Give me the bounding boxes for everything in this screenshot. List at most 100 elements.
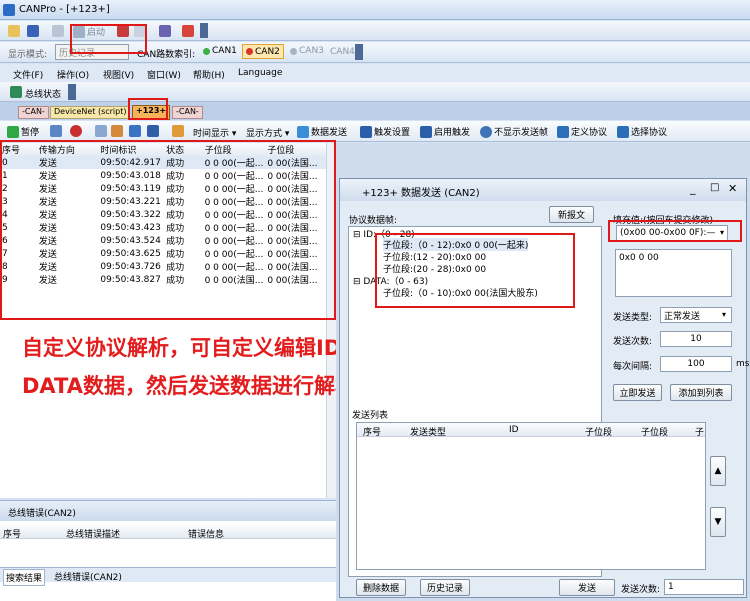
- pause-button[interactable]: 暂停: [7, 125, 39, 138]
- error-col-info[interactable]: 错误信息: [188, 527, 224, 540]
- interval-input[interactable]: 100: [660, 356, 732, 372]
- tab-can-1[interactable]: -CAN-: [18, 106, 49, 119]
- tab-123[interactable]: +123+: [132, 105, 171, 120]
- toolbar-overflow-icon[interactable]: [68, 84, 76, 100]
- refresh-icon[interactable]: [50, 125, 62, 137]
- col-time[interactable]: 时间标识: [98, 143, 164, 156]
- expand-icon[interactable]: ⊟: [353, 230, 361, 240]
- can2-button[interactable]: CAN2: [242, 44, 284, 59]
- save-log-icon[interactable]: [147, 125, 159, 137]
- col-subfield-2[interactable]: 子位段: [265, 143, 326, 156]
- tab-can-2[interactable]: -CAN-: [172, 106, 203, 119]
- cut-icon[interactable]: [111, 125, 123, 137]
- stop-icon[interactable]: [117, 25, 129, 37]
- move-up-button[interactable]: ▲: [710, 456, 726, 486]
- col-index[interactable]: 序号: [0, 143, 37, 156]
- hide-send-button[interactable]: 不显示发送帧: [480, 125, 548, 138]
- list-col-index[interactable]: 序号: [363, 425, 381, 438]
- error-col-desc[interactable]: 总线错误描述: [66, 527, 120, 540]
- bottom-count-input[interactable]: 1: [664, 579, 744, 595]
- cell-status: 成功: [166, 185, 185, 195]
- tag-icon[interactable]: [52, 25, 64, 37]
- maximize-icon[interactable]: □: [710, 182, 719, 193]
- open-icon[interactable]: [8, 25, 20, 37]
- minimize-icon[interactable]: _: [690, 182, 696, 195]
- undo-icon[interactable]: [134, 25, 146, 37]
- list-col-subfield-2[interactable]: 子位段: [641, 425, 668, 438]
- tab-devicenet[interactable]: DeviceNet (script): [50, 106, 131, 119]
- can3-button[interactable]: CAN3: [290, 46, 324, 56]
- menu-view[interactable]: 视图(V): [103, 68, 134, 81]
- cell-time: 09:50:43.524: [100, 235, 161, 246]
- data-send-button[interactable]: 数据发送: [297, 125, 347, 138]
- delete-data-button[interactable]: 删除数据: [356, 579, 406, 596]
- can1-button[interactable]: CAN1: [203, 46, 237, 56]
- list-col-id[interactable]: ID: [509, 425, 519, 435]
- export-icon[interactable]: [129, 125, 141, 137]
- toolbar-overflow-icon[interactable]: [355, 44, 363, 60]
- error-col-index[interactable]: 序号: [3, 527, 21, 540]
- save-icon[interactable]: [27, 25, 39, 37]
- tab-bus-error[interactable]: 总线错误(CAN2): [52, 569, 124, 584]
- define-protocol-button[interactable]: 定义协议: [557, 125, 607, 138]
- time-display-menu[interactable]: 时间显示 ▾: [193, 126, 236, 139]
- vertical-scrollbar[interactable]: [326, 143, 336, 498]
- chevron-down-icon[interactable]: ▾: [722, 310, 726, 319]
- table-row[interactable]: 1 发送 09:50:43.018 成功 0 0 00(一起... 0 00(法国...: [0, 169, 326, 183]
- table-row[interactable]: 7 发送 09:50:43.625 成功 0 0 00(一起... 0 00(法国...: [0, 247, 326, 261]
- toolbar-overflow-icon[interactable]: [200, 23, 208, 38]
- list-col-subfield-1[interactable]: 子位段: [585, 425, 612, 438]
- cell-status: 成功: [166, 237, 185, 247]
- table-row[interactable]: 3 发送 09:50:43.221 成功 0 0 00(一起... 0 00(法国...: [0, 195, 326, 209]
- chevron-down-icon[interactable]: ▾: [720, 228, 724, 237]
- send-button[interactable]: 发送: [559, 579, 615, 596]
- cell-subfield-1: 0 0 00(一起...: [204, 250, 264, 260]
- col-status[interactable]: 状态: [164, 143, 203, 156]
- tab-search-results[interactable]: 搜索结果: [3, 569, 46, 586]
- mode-select[interactable]: 历史记录: [55, 44, 129, 60]
- send-count-input[interactable]: 10: [660, 331, 732, 347]
- col-subfield-1[interactable]: 子位段: [203, 143, 266, 156]
- list-col-more[interactable]: 子: [695, 425, 704, 438]
- box-icon[interactable]: [172, 125, 184, 137]
- menu-file[interactable]: 文件(F): [13, 68, 43, 81]
- book-icon[interactable]: [159, 25, 171, 37]
- record-icon[interactable]: [70, 125, 82, 137]
- display-mode-menu[interactable]: 显示方式 ▾: [246, 126, 289, 139]
- menu-operate[interactable]: 操作(O): [57, 68, 89, 81]
- expand-icon[interactable]: ⊟: [353, 277, 361, 287]
- cell-status: 成功: [166, 211, 185, 221]
- table-row[interactable]: 0 发送 09:50:42.917 成功 0 0 00(一起... 0 00(法国...: [0, 156, 326, 169]
- table-row[interactable]: 6 发送 09:50:43.524 成功 0 0 00(一起... 0 00(法国...: [0, 234, 326, 248]
- start-button[interactable]: 启动: [73, 25, 105, 38]
- bus-status-label[interactable]: 总线状态: [25, 87, 61, 100]
- clear-icon[interactable]: [182, 25, 194, 37]
- fill-textarea[interactable]: 0x0 0 00: [615, 249, 732, 297]
- table-row[interactable]: 5 发送 09:50:43.423 成功 0 0 00(一起... 0 00(法国...: [0, 221, 326, 235]
- move-down-button[interactable]: ▼: [710, 507, 726, 537]
- fill-select[interactable]: (0x00 00-0x00 0F):—: [616, 225, 728, 241]
- tree-item-data-sub-1[interactable]: 子位段:（0 - 10):0x0 00(法国大股东): [383, 286, 538, 299]
- menu-help[interactable]: 帮助(H): [193, 68, 225, 81]
- menu-window[interactable]: 窗口(W): [147, 68, 181, 81]
- history-button[interactable]: 历史记录: [420, 579, 470, 596]
- table-row[interactable]: 8 发送 09:50:43.726 成功 0 0 00(一起... 0 00(法国...: [0, 260, 326, 274]
- copy-icon[interactable]: [95, 125, 107, 137]
- table-row[interactable]: 4 发送 09:50:43.322 成功 0 0 00(一起... 0 00(法国...: [0, 208, 326, 222]
- enable-trigger-button[interactable]: 启用触发: [420, 125, 470, 138]
- window-title: CANPro - [+123+]: [19, 4, 110, 15]
- cell-status: 成功: [166, 159, 185, 169]
- cell-direction: 发送: [38, 211, 57, 221]
- table-row[interactable]: 9 发送 09:50:43.827 成功 0 0 00(法国... 0 00(法国...: [0, 273, 326, 287]
- new-message-button[interactable]: 新报文: [549, 206, 594, 223]
- menu-language[interactable]: Language: [238, 68, 282, 78]
- col-direction[interactable]: 传输方向: [37, 143, 98, 156]
- select-protocol-button[interactable]: 选择协议: [617, 125, 667, 138]
- list-col-type[interactable]: 发送类型: [410, 425, 446, 438]
- send-now-button[interactable]: 立即发送: [613, 384, 662, 401]
- can4-button[interactable]: CAN4: [330, 47, 355, 57]
- close-icon[interactable]: ✕: [728, 182, 737, 195]
- table-row[interactable]: 2 发送 09:50:43.119 成功 0 0 00(一起... 0 00(法国...: [0, 182, 326, 196]
- trigger-settings-button[interactable]: 触发设置: [360, 125, 410, 138]
- add-to-list-button[interactable]: 添加到列表: [670, 384, 732, 401]
